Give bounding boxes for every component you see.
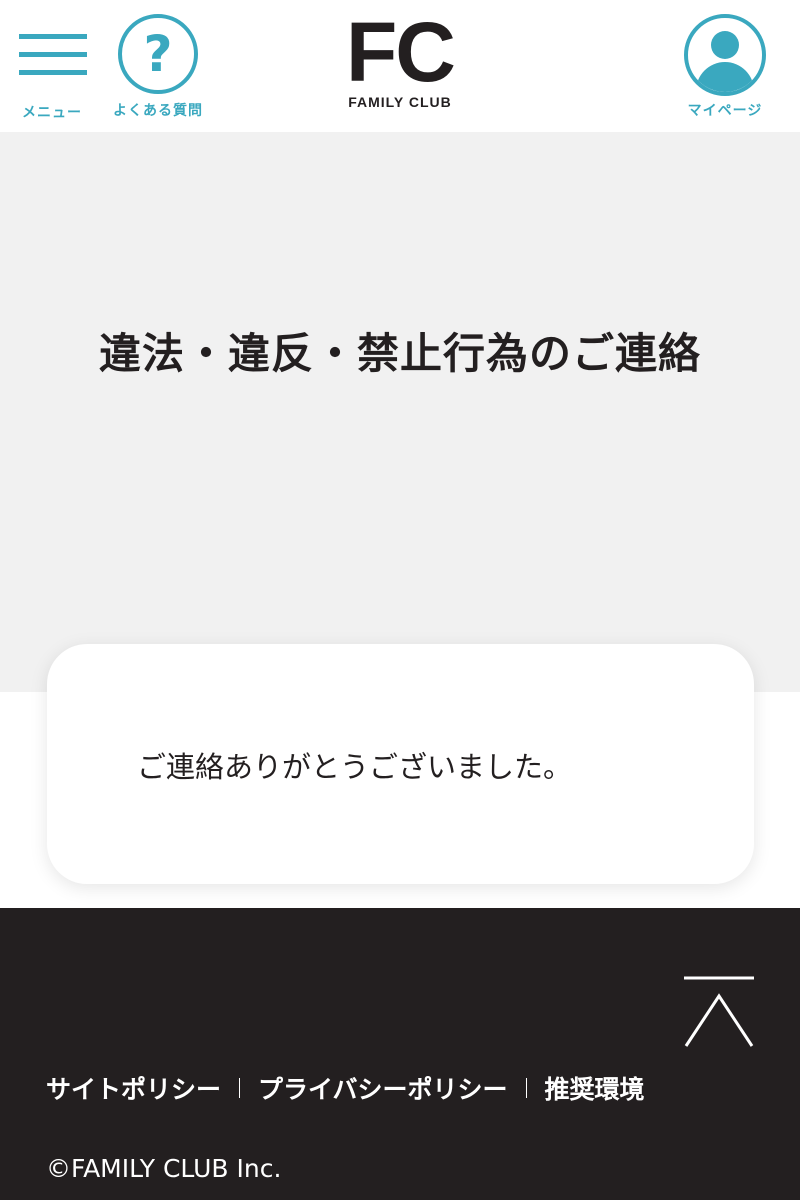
chevron-up-icon <box>684 976 754 1047</box>
mypage-label: マイページ <box>687 103 763 119</box>
recommended-environment-link[interactable]: 推奨環境 <box>545 1070 645 1106</box>
site-logo[interactable]: FC FAMILY CLUB <box>330 5 470 114</box>
question-icon: ? <box>118 14 198 94</box>
thank-you-message: ご連絡ありがとうございました。 <box>137 750 573 784</box>
privacy-policy-link[interactable]: プライバシーポリシー <box>258 1070 508 1106</box>
faq-button[interactable]: ? よくある質問 <box>108 14 208 120</box>
mypage-button[interactable]: マイページ <box>682 14 768 120</box>
copyright: ©FAMILY CLUB Inc. <box>46 1154 282 1183</box>
site-footer: サイトポリシー プライバシーポリシー 推奨環境 ©FAMILY CLUB Inc… <box>0 908 800 1200</box>
page-title: 違法・違反・禁止行為のご連絡 <box>98 329 701 378</box>
site-policy-link[interactable]: サイトポリシー <box>46 1070 221 1106</box>
page-top-button[interactable] <box>684 976 754 1048</box>
faq-label: よくある質問 <box>113 103 203 119</box>
menu-button[interactable]: メニュー <box>14 14 90 122</box>
message-card: ご連絡ありがとうございました。 <box>47 644 754 884</box>
footer-nav: サイトポリシー プライバシーポリシー 推奨環境 <box>46 1070 645 1106</box>
user-icon <box>684 14 766 96</box>
site-header: メニュー ? よくある質問 FC FAMILY CLUB マイページ <box>0 0 800 132</box>
page: メニュー ? よくある質問 FC FAMILY CLUB マイページ 違法・違反… <box>0 0 800 1200</box>
menu-label: メニュー <box>22 105 82 121</box>
logo-text: FAMILY CLUB <box>348 94 452 110</box>
hamburger-icon <box>17 14 87 84</box>
title-banner: 違法・違反・禁止行為のご連絡 <box>0 132 800 692</box>
logo-mark: FC <box>346 5 456 99</box>
divider <box>239 1078 241 1098</box>
divider <box>525 1078 527 1098</box>
